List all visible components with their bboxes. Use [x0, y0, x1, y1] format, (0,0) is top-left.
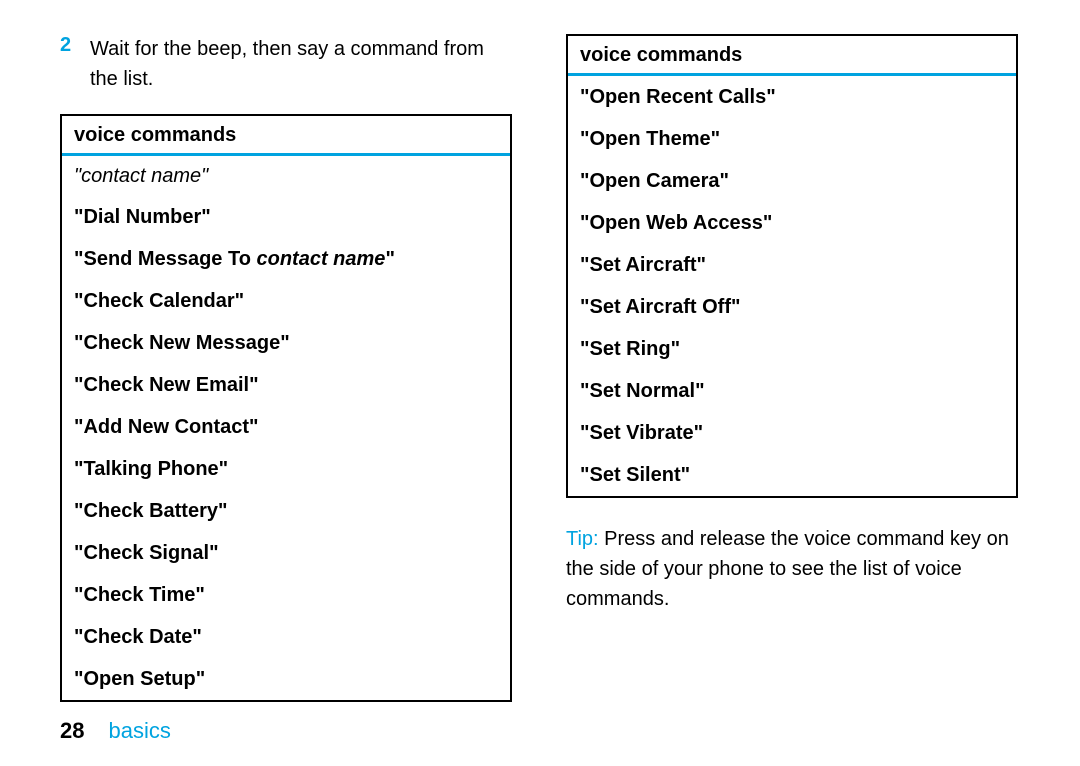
voice-commands-list-right: "Open Recent Calls""Open Theme""Open Cam… — [568, 76, 1016, 496]
voice-command-item: "Open Camera" — [568, 160, 1016, 202]
step-number: 2 — [60, 34, 90, 57]
voice-command-item: "Open Theme" — [568, 118, 1016, 160]
voice-command-item: "contact name" — [62, 156, 510, 196]
tip-label: Tip: — [566, 528, 599, 550]
voice-command-item: "Check Battery" — [62, 490, 510, 532]
voice-commands-header: voice commands — [62, 116, 510, 156]
tip-text: Press and release the voice command key … — [566, 528, 1009, 610]
voice-command-item: "Check Calendar" — [62, 280, 510, 322]
voice-command-item: "Set Ring" — [568, 328, 1016, 370]
voice-command-item: "Set Silent" — [568, 454, 1016, 496]
voice-commands-header: voice commands — [568, 36, 1016, 76]
voice-command-item: "Set Vibrate" — [568, 412, 1016, 454]
voice-command-item: "Set Normal" — [568, 370, 1016, 412]
voice-commands-list-left: "contact name""Dial Number""Send Message… — [62, 156, 510, 700]
voice-command-item: "Send Message To contact name" — [62, 238, 510, 280]
page-footer: 28 basics — [60, 718, 171, 744]
section-title: basics — [108, 718, 170, 743]
voice-command-item: "Check Signal" — [62, 532, 510, 574]
left-column: 2 Wait for the beep, then say a command … — [60, 34, 512, 702]
voice-command-item: "Open Setup" — [62, 658, 510, 700]
page-content: 2 Wait for the beep, then say a command … — [0, 0, 1080, 702]
voice-command-item: "Add New Contact" — [62, 406, 510, 448]
page-number: 28 — [60, 718, 84, 743]
voice-command-item: "Open Recent Calls" — [568, 76, 1016, 118]
voice-commands-box-left: voice commands "contact name""Dial Numbe… — [60, 114, 512, 702]
voice-command-item: "Check Date" — [62, 616, 510, 658]
voice-commands-box-right: voice commands "Open Recent Calls""Open … — [566, 34, 1018, 498]
tip-paragraph: Tip: Press and release the voice command… — [566, 524, 1018, 614]
voice-command-item: "Talking Phone" — [62, 448, 510, 490]
voice-command-item: "Set Aircraft Off" — [568, 286, 1016, 328]
voice-command-item: "Open Web Access" — [568, 202, 1016, 244]
voice-command-item: "Check Time" — [62, 574, 510, 616]
voice-command-item: "Check New Message" — [62, 322, 510, 364]
voice-command-item: "Check New Email" — [62, 364, 510, 406]
step-2: 2 Wait for the beep, then say a command … — [60, 34, 512, 94]
voice-command-item: "Set Aircraft" — [568, 244, 1016, 286]
right-column: voice commands "Open Recent Calls""Open … — [566, 34, 1018, 702]
step-text: Wait for the beep, then say a command fr… — [90, 34, 512, 94]
voice-command-item: "Dial Number" — [62, 196, 510, 238]
